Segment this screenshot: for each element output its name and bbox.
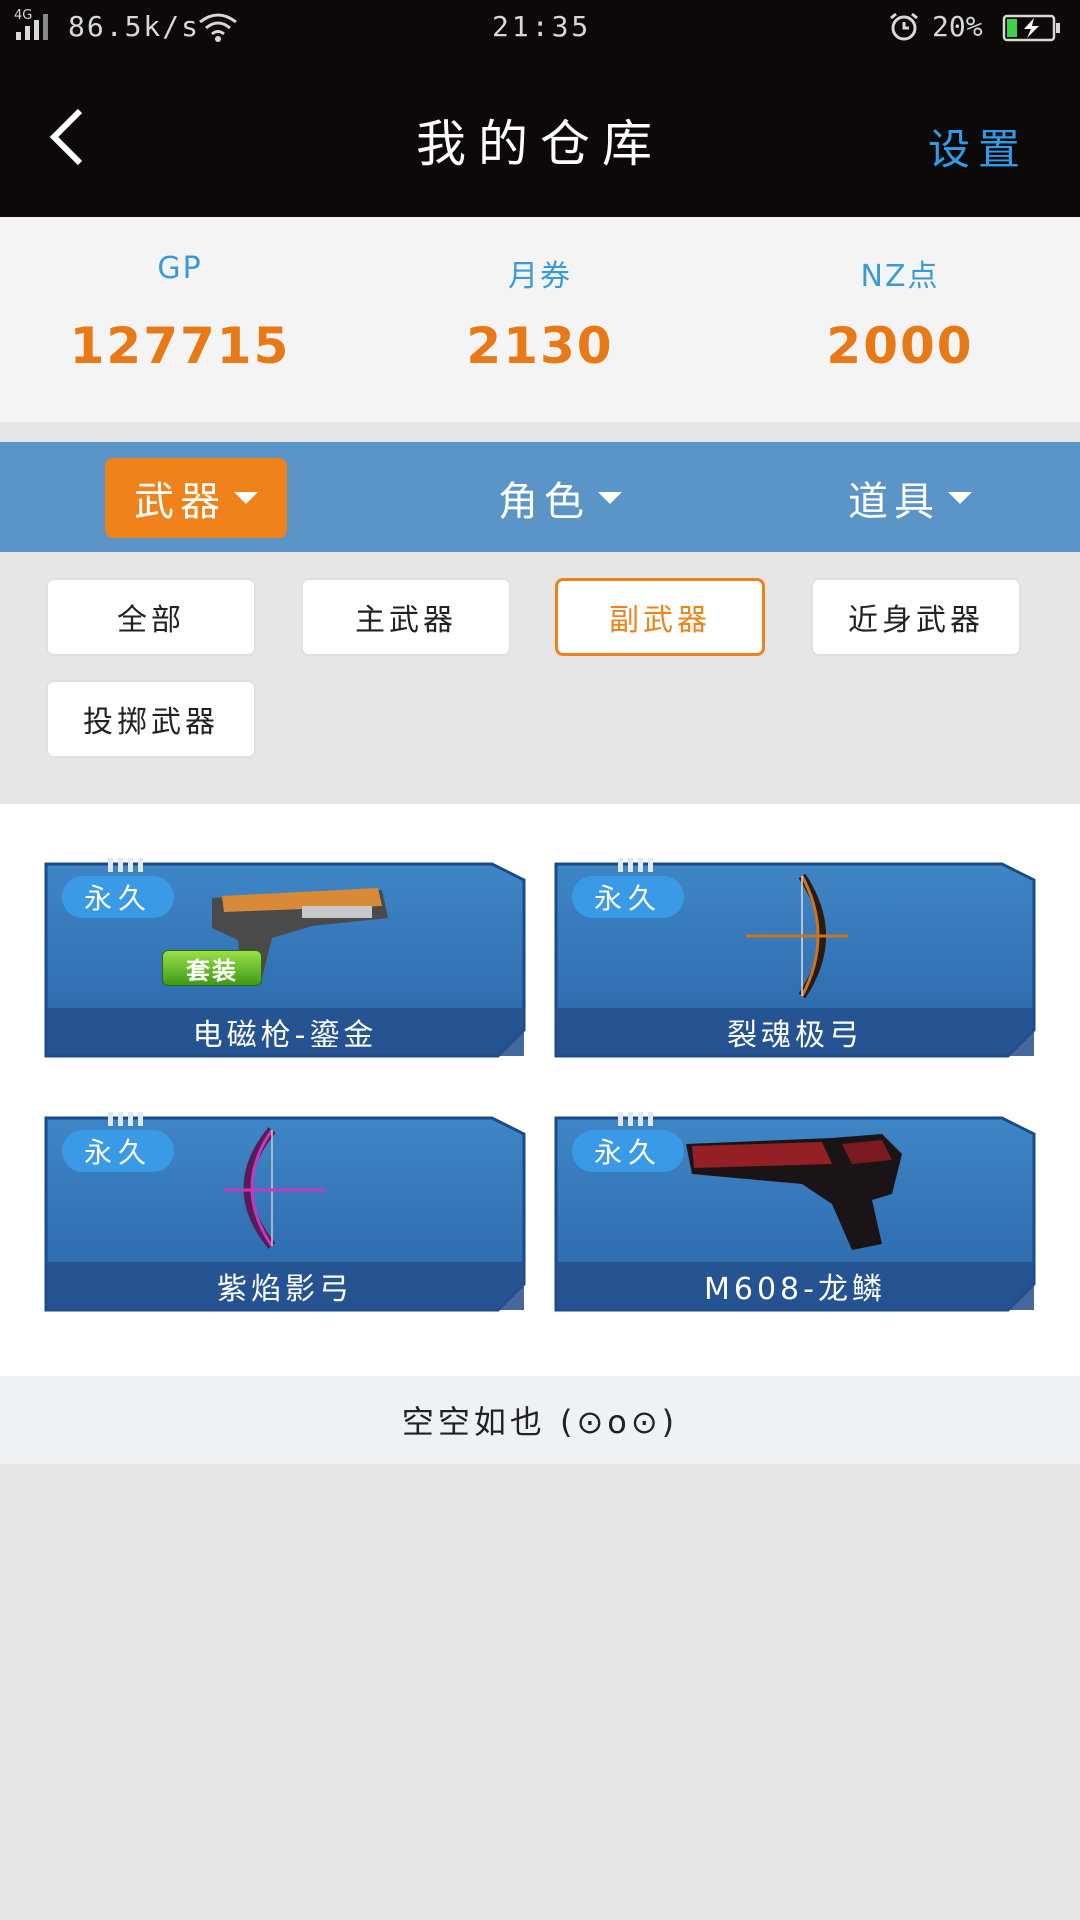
caret-down-icon xyxy=(598,492,622,504)
filter-primary[interactable]: 主武器 xyxy=(301,578,511,656)
filter-panel: 全部 主武器 副武器 近身武器 投掷武器 xyxy=(0,552,1080,804)
settings-button[interactable]: 设置 xyxy=(928,116,1028,177)
item-name: 紫焰影弓 xyxy=(217,1272,353,1307)
currency-panel: GP 127715 月券 2130 NZ点 2000 xyxy=(0,217,1080,422)
battery-percent: 20% xyxy=(932,10,983,43)
item-grid: 永久 套装 电磁枪-鎏金 永久 裂魂极弓 永久 紫焰影弓 永久 M608-龙鳞 xyxy=(0,804,1080,1376)
permanent-badge: 永久 xyxy=(572,1130,684,1172)
currency-gp: GP 127715 xyxy=(0,217,360,422)
dragon-revolver-icon xyxy=(686,1134,902,1250)
currency-nz: NZ点 2000 xyxy=(720,217,1080,422)
tab-items[interactable]: 道具 xyxy=(820,458,1000,538)
tab-label: 武器 xyxy=(134,479,226,525)
set-tag: 套装 xyxy=(162,950,262,986)
filter-throwing[interactable]: 投掷武器 xyxy=(46,680,256,758)
permanent-badge: 永久 xyxy=(572,876,684,918)
tab-characters[interactable]: 角色 xyxy=(470,458,650,538)
item-name: 电磁枪-鎏金 xyxy=(192,1018,378,1053)
caret-down-icon xyxy=(234,492,258,504)
clock: 21:35 xyxy=(492,10,592,43)
signal-icon xyxy=(16,14,48,40)
battery-charging-icon xyxy=(1002,14,1060,42)
purple-bow-icon xyxy=(224,1127,326,1249)
currency-label: 月券 xyxy=(508,259,572,294)
app-header: 我的仓库 设置 xyxy=(0,52,1080,217)
item-card[interactable]: 永久 套装 电磁枪-鎏金 xyxy=(42,858,528,1058)
bow-icon xyxy=(746,873,848,999)
category-bar: 武器 角色 道具 xyxy=(0,442,1080,552)
currency-value: 2130 xyxy=(466,317,614,375)
caret-down-icon xyxy=(948,492,972,504)
filter-all[interactable]: 全部 xyxy=(46,578,256,656)
tab-label: 道具 xyxy=(848,479,940,525)
status-bar: 4G 86.5k/s 21:35 20% xyxy=(0,0,1080,52)
currency-label: NZ点 xyxy=(860,259,940,294)
item-name: 裂魂极弓 xyxy=(727,1018,863,1053)
currency-label: GP xyxy=(157,251,203,286)
item-card[interactable]: 永久 紫焰影弓 xyxy=(42,1112,528,1312)
page-title: 我的仓库 xyxy=(416,115,664,173)
currency-value: 2000 xyxy=(826,317,974,375)
empty-state-text: 空空如也 (⊙o⊙) xyxy=(0,1376,1080,1464)
wifi-icon xyxy=(199,13,237,42)
tab-label: 角色 xyxy=(498,479,590,525)
filter-secondary[interactable]: 副武器 xyxy=(555,578,765,656)
permanent-badge: 永久 xyxy=(62,876,174,918)
item-card[interactable]: 永久 裂魂极弓 xyxy=(552,858,1038,1058)
currency-value: 127715 xyxy=(69,317,291,375)
network-speed: 86.5k/s xyxy=(68,10,201,43)
item-card[interactable]: 永久 M608-龙鳞 xyxy=(552,1112,1038,1312)
currency-coupon: 月券 2130 xyxy=(360,217,720,422)
tab-weapons[interactable]: 武器 xyxy=(105,458,287,538)
item-name: M608-龙鳞 xyxy=(704,1272,886,1307)
alarm-icon xyxy=(890,12,918,41)
permanent-badge: 永久 xyxy=(62,1130,174,1172)
filter-melee[interactable]: 近身武器 xyxy=(811,578,1021,656)
